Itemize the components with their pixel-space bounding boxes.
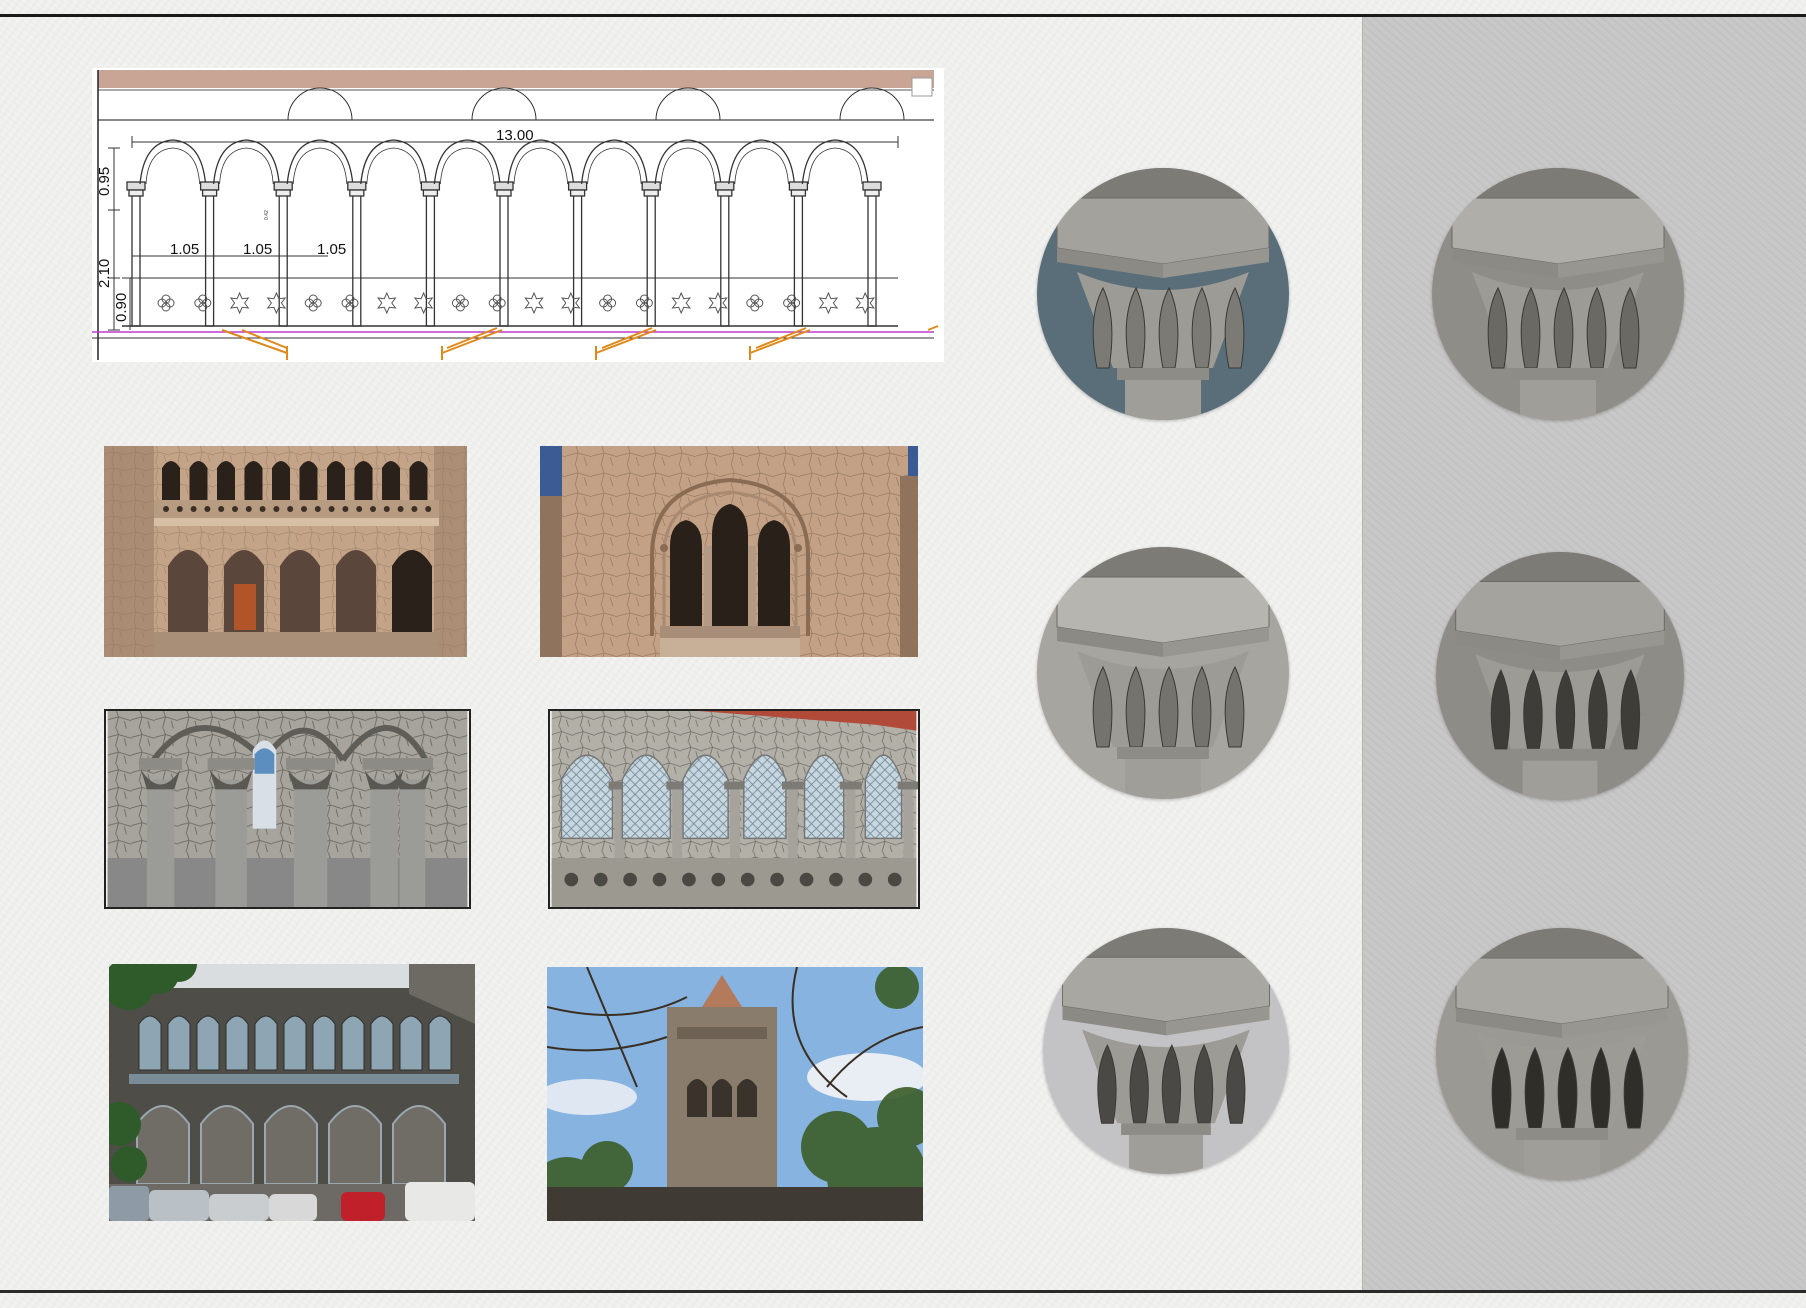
- arch-height-dim: 0.95: [96, 167, 113, 196]
- bottom-border-line: [0, 1290, 1806, 1293]
- model-column-interior: [104, 709, 471, 909]
- overall-width-dim: 13.00: [496, 127, 534, 144]
- photo-tower: [547, 967, 923, 1221]
- capital-acanthus-render: [1037, 168, 1289, 420]
- parapet-ornament: [746, 294, 764, 312]
- render-window-bay: [540, 446, 918, 657]
- parapet-ornament: [451, 294, 469, 312]
- capital-corinthian-model: [1436, 552, 1684, 800]
- elevation-column: [273, 181, 293, 327]
- parapet-ornament: [524, 291, 544, 315]
- elevation-column: [715, 181, 735, 327]
- capital-volute-render: [1043, 928, 1289, 1174]
- parapet-ornament: [229, 291, 250, 315]
- render-arcade-elevation: [104, 446, 467, 657]
- model-arcade-perspective: [548, 709, 920, 909]
- parapet-ornament: [304, 294, 322, 312]
- column-height-dim: 2.10: [96, 259, 113, 288]
- capital-leaf-model: [1432, 168, 1684, 420]
- small-note-dim: 0.42: [264, 210, 270, 220]
- parapet-height-dim: 0.90: [113, 293, 130, 322]
- parapet-ornament: [377, 291, 397, 315]
- capital-mask-render: [1037, 547, 1289, 799]
- bay-width-dim-3: 1.05: [317, 241, 346, 258]
- photo-building-facade: [109, 964, 475, 1221]
- elevation-column: [567, 181, 588, 327]
- parapet-ornament: [599, 294, 617, 312]
- arcade-elevation-drawing: 13.00 0.95 2.10 0.90 1.05 1.05 1.05 0.42: [92, 68, 944, 362]
- bay-width-dim-2: 1.05: [243, 241, 272, 258]
- elevation-column: [862, 181, 882, 327]
- parapet-ornament: [818, 291, 839, 315]
- parapet-ornament: [671, 291, 691, 315]
- bay-width-dim-1: 1.05: [170, 241, 199, 258]
- elevation-column: [420, 181, 441, 327]
- parapet-ornament: [157, 294, 175, 312]
- capital-foliate-model: [1436, 928, 1688, 1180]
